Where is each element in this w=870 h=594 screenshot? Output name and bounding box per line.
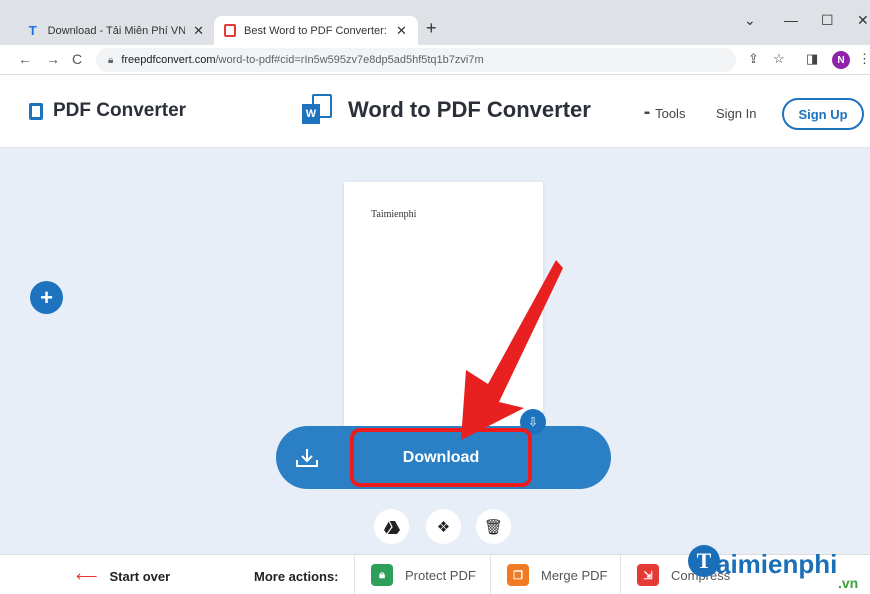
page-title-text: Word to PDF Converter xyxy=(348,97,591,122)
url-domain: freepdfconvert.com xyxy=(121,54,216,66)
browser-tab-pdf-converter[interactable]: Best Word to PDF Converter: Convert ✕ xyxy=(214,16,418,45)
tools-label: Tools xyxy=(655,106,686,121)
profile-avatar[interactable]: N xyxy=(832,51,850,69)
maximize-icon[interactable]: ☐ xyxy=(821,12,834,29)
start-over-button[interactable]: ⟵ Start over xyxy=(76,567,170,585)
share-icon[interactable]: ⇪ xyxy=(748,51,759,67)
tab-search-icon[interactable]: ⌄ xyxy=(744,12,756,29)
close-tab-icon[interactable]: ✕ xyxy=(193,23,204,39)
watermark-text: aimienphi xyxy=(716,549,838,579)
tab-title: Best Word to PDF Converter: Convert xyxy=(244,24,388,37)
sign-up-button[interactable]: Sign Up xyxy=(782,98,864,130)
sign-in-link[interactable]: Sign In xyxy=(716,106,756,121)
arrow-left-icon: ⟵ xyxy=(76,568,98,585)
address-bar[interactable]: 🔒︎ freepdfconvert.com/word-to-pdf#cid=rI… xyxy=(96,48,736,72)
minimize-icon[interactable]: — xyxy=(784,12,798,28)
close-tab-icon[interactable]: ✕ xyxy=(396,23,407,39)
bookmark-star-icon[interactable]: ☆ xyxy=(773,51,785,67)
watermark-suffix: .vn xyxy=(838,575,859,591)
back-icon[interactable]: ← xyxy=(18,51,32,67)
site-logo[interactable]: PDF Converter xyxy=(29,100,186,122)
annotation-arrow xyxy=(461,260,563,440)
reload-icon[interactable]: C xyxy=(72,51,82,67)
browser-tab-taimienphi[interactable]: T Download - Tải Miễn Phí VN - Phần mềm … xyxy=(16,16,214,45)
site-header: PDF Converter W Word to PDF Converter ▪▪… xyxy=(0,76,870,148)
action-label: Merge PDF xyxy=(541,567,608,583)
browser-toolbar: ← → C 🔒︎ freepdfconvert.com/word-to-pdf#… xyxy=(0,45,870,75)
new-tab-button[interactable]: + xyxy=(426,18,437,39)
taimienphi-favicon-icon: T xyxy=(28,23,37,38)
logo-text: PDF Converter xyxy=(53,100,187,121)
more-actions-label: More actions: xyxy=(254,569,339,584)
merge-icon: ❐ xyxy=(507,564,529,586)
tools-menu[interactable]: ▪▪ Tools xyxy=(644,106,685,121)
start-over-label: Start over xyxy=(109,568,171,584)
word-document-icon: W xyxy=(302,94,332,126)
menu-icon[interactable]: ⋮ xyxy=(858,51,870,67)
side-panel-icon[interactable]: ◨ xyxy=(806,51,818,67)
url-path: /word-to-pdf#cid=rIn5w595zv7e8dp5ad5hf5t… xyxy=(215,54,484,66)
protect-pdf-action[interactable]: 🔒︎ Protect PDF xyxy=(354,555,490,594)
converter-main: + Taimienphi ⇩ Download ❖ 🗑︎ xyxy=(0,148,870,554)
page-title: W Word to PDF Converter xyxy=(302,94,591,126)
merge-pdf-action[interactable]: ❐ Merge PDF xyxy=(490,555,620,594)
tab-title: Download - Tải Miễn Phí VN - Phần mềm xyxy=(47,24,186,37)
close-window-icon[interactable]: ✕ xyxy=(857,12,869,29)
browser-tabstrip: T Download - Tải Miễn Phí VN - Phần mềm … xyxy=(0,0,870,45)
action-label: Protect PDF xyxy=(405,567,476,583)
pdf-converter-favicon-icon xyxy=(224,24,236,37)
lock-icon: 🔒︎ xyxy=(108,54,114,66)
grid-icon: ▪▪ xyxy=(644,108,650,119)
compress-icon: ⇲ xyxy=(637,564,659,586)
taimienphi-watermark: T aimienphi .vn xyxy=(688,545,858,591)
forward-icon[interactable]: → xyxy=(46,51,60,67)
lock-icon: 🔒︎ xyxy=(371,564,393,586)
pdf-converter-logo-icon xyxy=(29,102,43,120)
